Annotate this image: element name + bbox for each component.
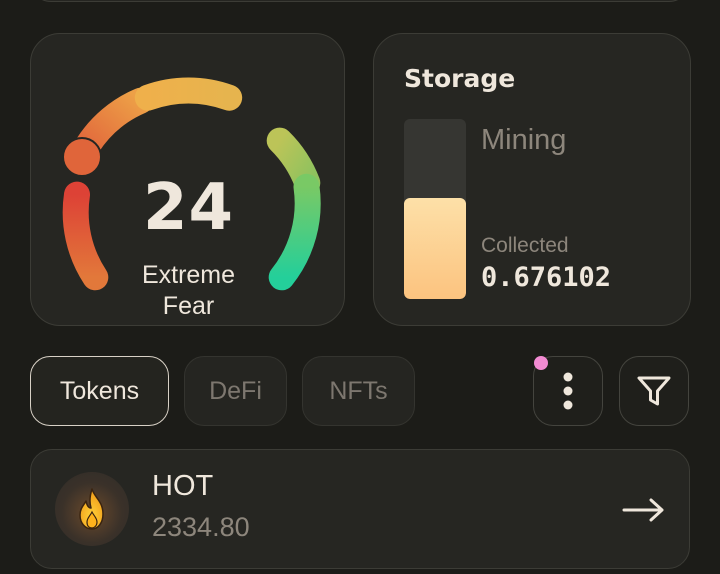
storage-bar <box>404 119 466 299</box>
storage-title: Storage <box>404 64 516 93</box>
fear-greed-label-line2: Fear <box>162 292 215 320</box>
more-vertical-icon <box>563 372 573 410</box>
fear-greed-card[interactable]: 24 Extreme Fear <box>30 33 345 326</box>
token-amount: 2334.80 <box>152 512 250 542</box>
token-open-button[interactable] <box>621 490 667 530</box>
wallet-screen: 24 Extreme Fear Storage Mining Collected… <box>0 0 720 574</box>
fear-greed-label-line1: Extreme <box>141 261 236 289</box>
collected-value: 0.676102 <box>481 262 612 293</box>
tab-nfts[interactable]: NFTs <box>302 356 415 426</box>
tab-defi[interactable]: DeFi <box>184 356 287 426</box>
gauge-indicator <box>62 137 102 177</box>
storage-bar-fill <box>404 198 466 299</box>
token-symbol: HOT <box>152 470 214 502</box>
filter-icon <box>637 376 671 406</box>
collected-label: Collected <box>481 234 569 257</box>
mining-status: Mining <box>481 124 567 156</box>
arrow-right-icon <box>622 498 664 522</box>
top-card-partial <box>30 0 690 2</box>
token-avatar <box>55 472 129 546</box>
fire-icon <box>79 488 104 530</box>
tab-tokens[interactable]: Tokens <box>30 356 169 426</box>
filter-button[interactable] <box>619 356 689 426</box>
fear-greed-value: 24 <box>142 171 235 245</box>
gauge-segment-fear <box>74 87 154 159</box>
fear-greed-label: Extreme Fear <box>31 260 346 322</box>
gauge-segment-neutral <box>134 77 243 111</box>
notification-dot <box>534 356 548 370</box>
token-row-hot[interactable]: HOT 2334.80 <box>30 449 690 569</box>
storage-card[interactable]: Storage Mining Collected 0.676102 <box>373 33 691 326</box>
